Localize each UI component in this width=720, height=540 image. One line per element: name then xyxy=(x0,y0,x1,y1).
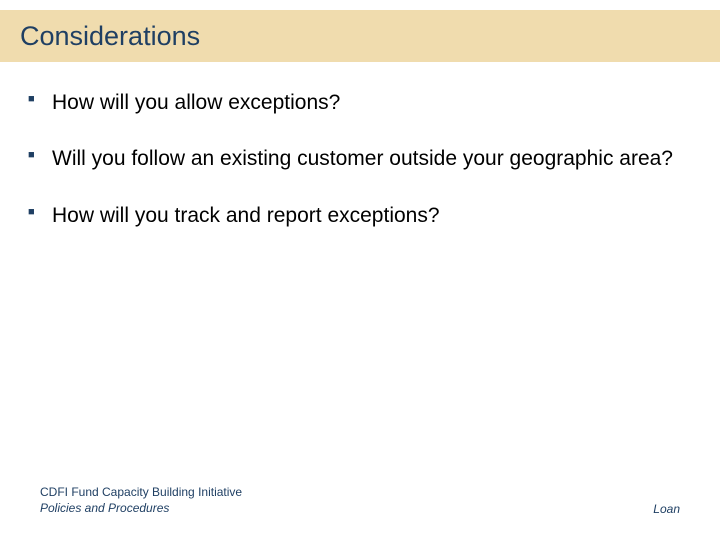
footer-right: Loan xyxy=(653,502,680,516)
footer-line1: CDFI Fund Capacity Building Initiative xyxy=(40,484,242,500)
slide-title: Considerations xyxy=(20,21,200,52)
list-item: How will you allow exceptions? xyxy=(24,90,696,116)
slide: Considerations How will you allow except… xyxy=(0,0,720,540)
title-bar: Considerations xyxy=(0,10,720,62)
content-area: How will you allow exceptions? Will you … xyxy=(24,90,696,259)
footer-left: CDFI Fund Capacity Building Initiative P… xyxy=(40,484,242,516)
footer-line2: Policies and Procedures xyxy=(40,500,242,516)
bullet-list: How will you allow exceptions? Will you … xyxy=(24,90,696,229)
footer: CDFI Fund Capacity Building Initiative P… xyxy=(40,484,680,516)
list-item: How will you track and report exceptions… xyxy=(24,203,696,229)
list-item: Will you follow an existing customer out… xyxy=(24,146,696,172)
